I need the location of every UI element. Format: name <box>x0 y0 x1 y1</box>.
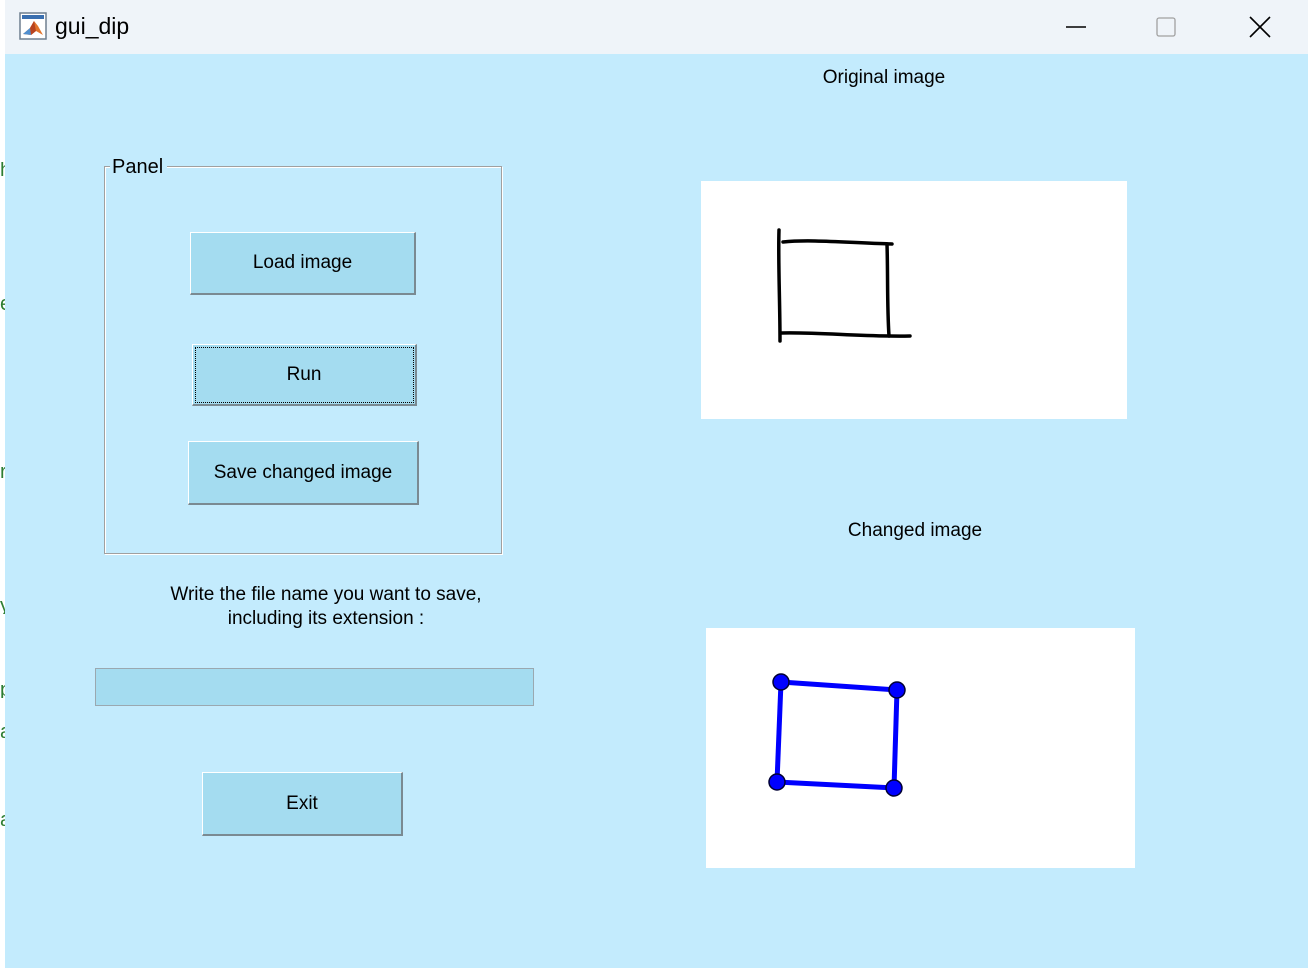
save-changed-image-button[interactable]: Save changed image <box>188 441 419 505</box>
corner-marker <box>885 779 903 797</box>
detected-edge-right <box>891 689 900 789</box>
filename-input[interactable] <box>95 668 534 706</box>
corner-marker <box>768 773 786 791</box>
exit-button[interactable]: Exit <box>202 772 403 836</box>
figure-window: gui_dip Panel Load image Run Save change… <box>5 0 1308 968</box>
minimize-icon <box>1066 26 1086 28</box>
detected-edge-left <box>774 681 784 783</box>
changed-image-drawing <box>768 673 906 797</box>
detected-edge-bottom <box>776 779 895 791</box>
changed-image-axes <box>706 628 1135 868</box>
hand-drawn-left-edge <box>776 228 782 343</box>
filename-prompt: Write the file name you want to save, in… <box>125 583 527 631</box>
corner-marker <box>888 681 906 699</box>
filename-prompt-line2: including its extension : <box>227 608 425 629</box>
hand-drawn-bottom-edge <box>779 331 912 338</box>
original-image-drawing <box>776 228 912 343</box>
matlab-icon <box>19 12 47 40</box>
title-bar[interactable]: gui_dip <box>5 0 1308 54</box>
close-icon <box>1249 16 1271 38</box>
changed-image-title: Changed image <box>847 520 983 541</box>
maximize-button[interactable] <box>1121 0 1211 54</box>
hand-drawn-right-edge <box>885 242 891 338</box>
hand-drawn-top-edge <box>781 239 894 246</box>
filename-prompt-line1: Write the file name you want to save, <box>170 584 482 605</box>
original-image-axes <box>701 181 1127 419</box>
run-button[interactable]: Run <box>192 344 417 406</box>
panel-title: Panel <box>110 157 168 177</box>
original-image-title: Original image <box>822 67 946 88</box>
load-image-button[interactable]: Load image <box>190 232 416 295</box>
close-button[interactable] <box>1215 0 1305 54</box>
detected-edge-top <box>780 679 898 693</box>
minimize-button[interactable] <box>1031 0 1121 54</box>
window-title: gui_dip <box>55 13 130 39</box>
maximize-icon <box>1156 17 1176 37</box>
corner-marker <box>772 673 790 691</box>
